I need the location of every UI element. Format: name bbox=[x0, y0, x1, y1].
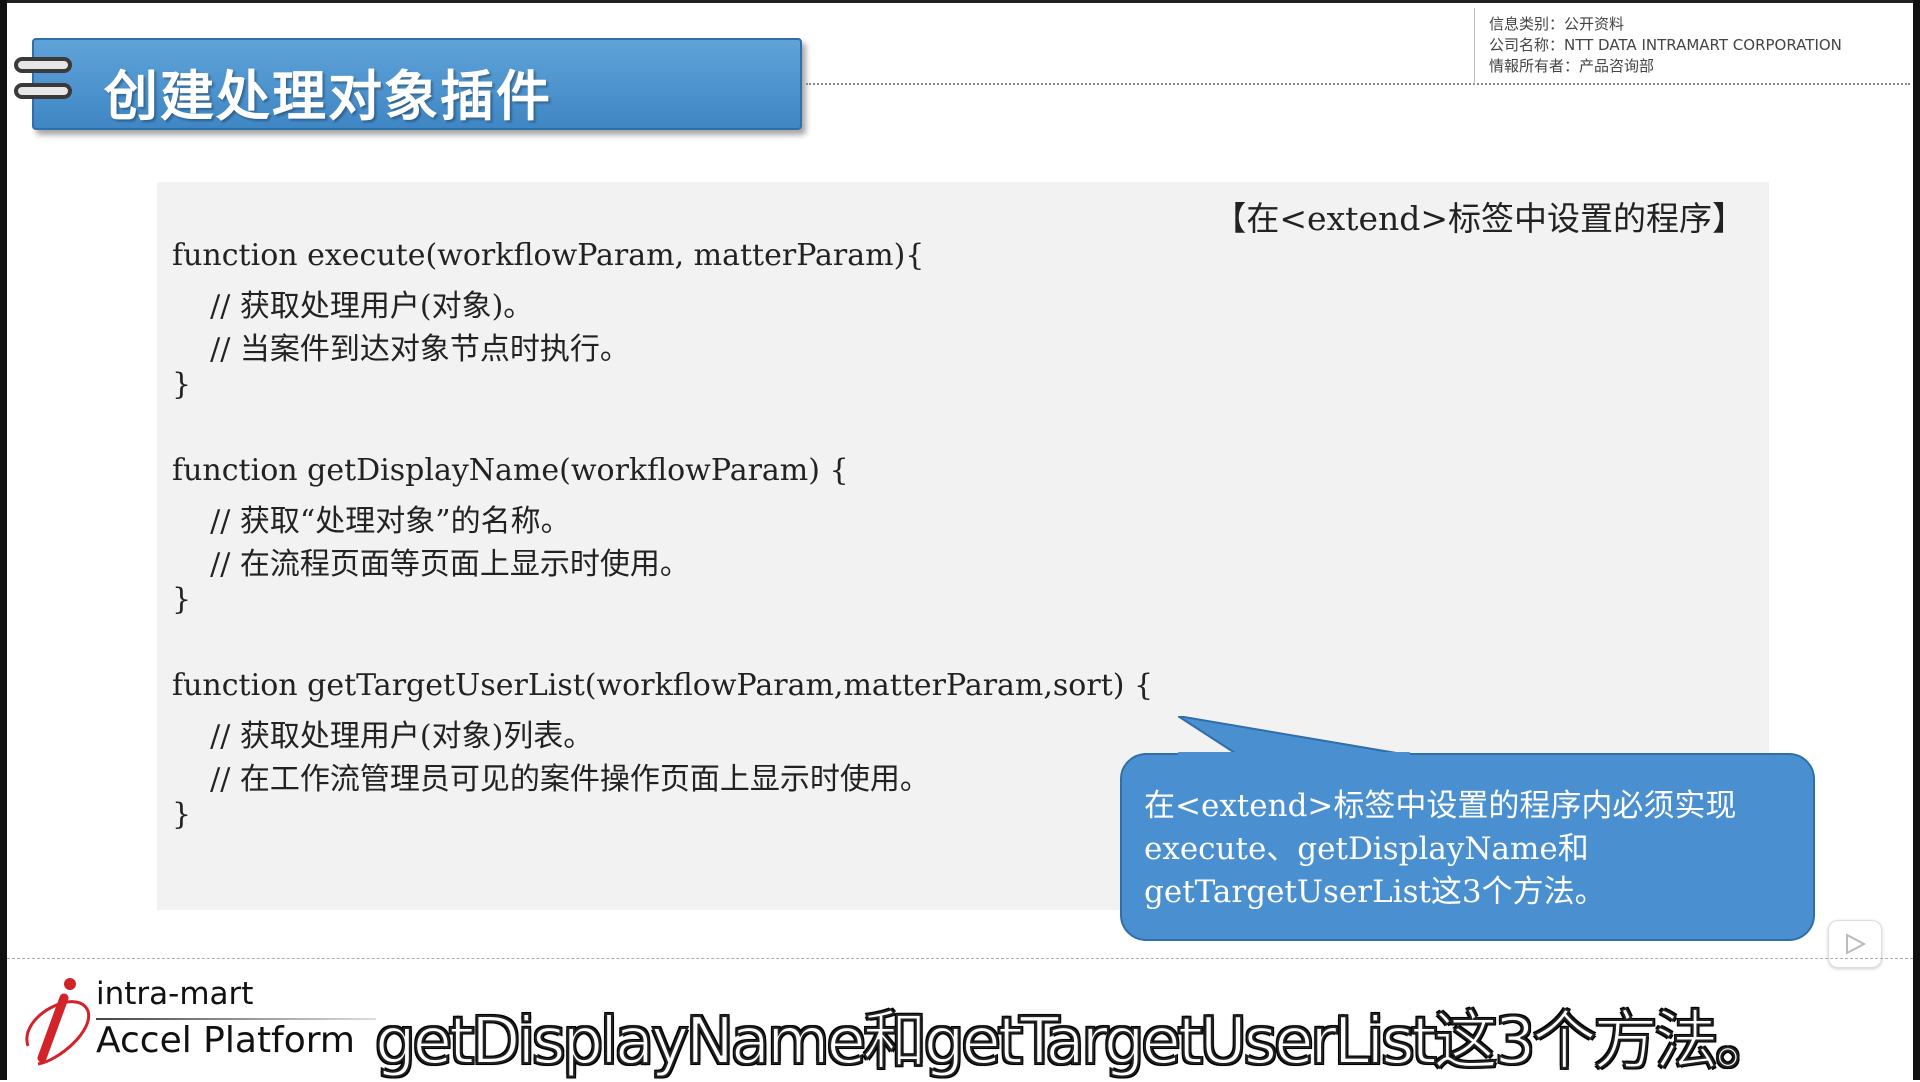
footer-divider bbox=[7, 958, 1913, 959]
play-button[interactable] bbox=[1828, 920, 1882, 968]
page-title: 创建处理对象插件 bbox=[104, 65, 552, 128]
info-owner: 情報所有者：产品咨询部 bbox=[1489, 57, 1655, 75]
logo-i-icon bbox=[25, 978, 91, 1066]
intra-mart-logo: intra-mart Accel Platform bbox=[18, 976, 378, 1066]
info-company: 公司名称：NTT DATA INTRAMART CORPORATION bbox=[1489, 36, 1842, 54]
code-line: function getTargetUserList(workflowParam… bbox=[172, 668, 1154, 703]
right-frame-bar bbox=[1913, 0, 1920, 1080]
code-line: // 在流程页面等页面上显示时使用。 bbox=[172, 547, 690, 582]
callout-line: execute、getDisplayName和 bbox=[1144, 831, 1589, 867]
code-line: function getDisplayName(workflowParam) { bbox=[172, 453, 849, 488]
title-banner: 创建处理对象插件 bbox=[32, 38, 802, 130]
code-line: // 获取处理用户(对象)。 bbox=[172, 289, 534, 324]
callout-line: getTargetUserList这3个方法。 bbox=[1144, 874, 1606, 910]
info-category: 信息类别：公开资料 bbox=[1489, 15, 1625, 33]
left-frame-bar bbox=[0, 0, 7, 1080]
info-box: 信息类别：公开资料 公司名称：NTT DATA INTRAMART CORPOR… bbox=[1474, 8, 1914, 84]
code-line: // 获取处理用户(对象)列表。 bbox=[172, 719, 594, 754]
code-line: function execute(workflowParam, matterPa… bbox=[172, 238, 925, 273]
video-subtitle: getDisplayName和getTargetUserList这3个方法。 bbox=[374, 1004, 1780, 1080]
callout-bubble: 在<extend>标签中设置的程序内必须实现 execute、getDispla… bbox=[1120, 753, 1815, 941]
binder-rings-icon bbox=[4, 55, 74, 115]
code-line: } bbox=[172, 367, 192, 402]
code-line: // 获取“处理对象”的名称。 bbox=[172, 504, 571, 539]
code-line: // 在工作流管理员可见的案件操作页面上显示时使用。 bbox=[172, 762, 930, 797]
top-border bbox=[0, 0, 1920, 3]
code-line: } bbox=[172, 797, 192, 832]
code-line: } bbox=[172, 582, 192, 617]
logo-text-accel-platform: Accel Platform bbox=[96, 1020, 355, 1061]
logo-text-intramart: intra-mart bbox=[96, 976, 254, 1012]
callout-line: 在<extend>标签中设置的程序内必须实现 bbox=[1144, 788, 1737, 824]
code-line: // 当案件到达对象节点时执行。 bbox=[172, 332, 630, 367]
callout-seam bbox=[1178, 752, 1410, 758]
play-icon bbox=[1846, 933, 1866, 955]
code-caption: 【在<extend>标签中设置的程序】 bbox=[1213, 199, 1745, 238]
